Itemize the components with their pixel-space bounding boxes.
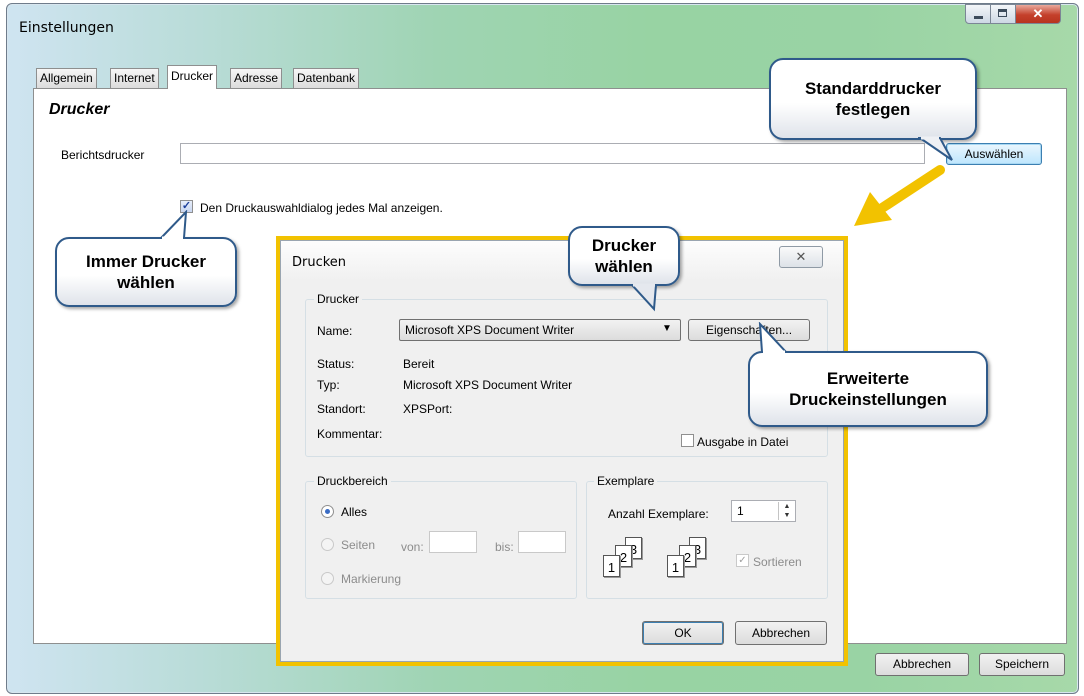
range-all-label: Alles	[341, 505, 368, 519]
dialog-cancel-button[interactable]: Abbrechen	[735, 621, 827, 645]
collate-pages-icon: 3 2 1	[603, 537, 673, 581]
callout-advanced: Erweiterte Druckeinstellungen	[748, 351, 988, 427]
dropdown-arrow-icon: ▼	[662, 323, 672, 334]
minimize-button[interactable]	[965, 4, 991, 24]
comment-label: Kommentar:	[317, 427, 383, 441]
callout-tail-advanced	[758, 322, 789, 354]
tab-adresse[interactable]: Adresse	[230, 68, 283, 88]
ok-button[interactable]: OK	[642, 621, 724, 645]
range-all-radio[interactable]	[321, 505, 334, 518]
tab-datenbank[interactable]: Datenbank	[293, 68, 360, 88]
minimize-icon	[974, 16, 983, 19]
tab-allgemein[interactable]: Allgemein	[36, 68, 97, 88]
from-label: von:	[401, 540, 424, 554]
range-selection-radio[interactable]	[321, 572, 334, 585]
callout-choose-printer: Drucker wählen	[568, 226, 680, 286]
status-value: Bereit	[403, 357, 435, 371]
callout-tail-choose-printer	[629, 283, 658, 312]
show-dialog-label: Den Druckauswahldialog jedes Mal anzeige…	[200, 201, 443, 215]
select-printer-button[interactable]: Auswählen	[946, 143, 1042, 165]
callout-default-printer: Standarddrucker festlegen	[769, 58, 977, 140]
copies-group-title: Exemplare	[594, 474, 658, 488]
type-value: Microsoft XPS Document Writer	[403, 378, 573, 392]
callout-tail-always-choose	[158, 210, 188, 240]
range-pages-radio[interactable]	[321, 538, 334, 551]
printer-group-title: Drucker	[314, 292, 363, 306]
from-input[interactable]	[429, 531, 477, 553]
print-to-file-checkbox[interactable]	[681, 434, 694, 447]
location-label: Standort:	[317, 402, 366, 416]
collate-label: Sortieren	[753, 555, 802, 569]
copies-stepper[interactable]: 1 ▲ ▼	[731, 500, 796, 522]
print-to-file-label: Ausgabe in Datei	[697, 435, 789, 449]
copies-value: 1	[737, 504, 744, 518]
maximize-icon	[998, 9, 1007, 17]
tab-drucker[interactable]: Drucker	[167, 65, 218, 89]
callout-tail-default-printer	[918, 136, 953, 161]
collate-pages-icon: 3 2 1	[667, 537, 737, 581]
callout-always-choose: Immer Drucker wählen	[55, 237, 237, 307]
type-label: Typ:	[317, 378, 340, 392]
tab-internet[interactable]: Internet	[110, 68, 159, 88]
maximize-button[interactable]	[990, 4, 1016, 24]
print-dialog-title: Drucken	[292, 255, 347, 270]
printer-name-select[interactable]: Microsoft XPS Document Writer ▼	[399, 319, 681, 341]
copies-label: Anzahl Exemplare:	[608, 507, 709, 521]
report-printer-field[interactable]	[180, 143, 925, 164]
window-title: Einstellungen	[19, 20, 114, 36]
printer-name-value: Microsoft XPS Document Writer	[405, 323, 575, 337]
print-dialog: Drucken ✕ Drucker Name: Microsoft XPS Do…	[276, 236, 848, 666]
range-pages-label: Seiten	[341, 538, 376, 552]
to-input[interactable]	[518, 531, 566, 553]
print-dialog-frame: Drucken ✕ Drucker Name: Microsoft XPS Do…	[280, 240, 844, 662]
close-button[interactable]: ✕	[1015, 4, 1061, 24]
arrow-icon	[854, 165, 945, 226]
to-label: bis:	[495, 540, 514, 554]
location-value: XPSPort:	[403, 402, 453, 416]
status-label: Status:	[317, 357, 355, 371]
section-title: Drucker	[49, 101, 110, 118]
cancel-button[interactable]: Abbrechen	[875, 653, 969, 676]
spinner-icon[interactable]: ▲ ▼	[778, 502, 795, 520]
collate-checkbox[interactable]: ✓	[736, 554, 749, 567]
range-group-title: Druckbereich	[314, 474, 391, 488]
report-printer-label: Berichtsdrucker	[61, 148, 145, 162]
save-button[interactable]: Speichern	[979, 653, 1065, 676]
name-label: Name:	[317, 324, 353, 338]
close-icon: ✕	[795, 249, 807, 264]
range-selection-label: Markierung	[341, 572, 402, 586]
close-icon: ✕	[1032, 6, 1044, 21]
dialog-close-button[interactable]: ✕	[779, 246, 823, 268]
